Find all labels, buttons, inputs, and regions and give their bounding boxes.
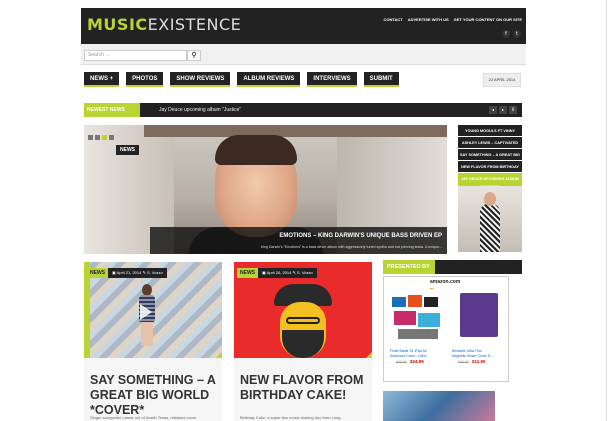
next-arrow-icon[interactable]: ▸ — [499, 106, 507, 114]
current-date: 22 APRIL 2014 — [483, 73, 521, 87]
post-meta-info: ▣ April 20, 2014 ✎ S. Vozzo — [258, 268, 317, 278]
site-container: MUSICEXISTENCE CONTACT ADVERTISE WITH US… — [81, 8, 526, 421]
ad-product-caption[interactable]: Bestable Ultra Thin — [452, 349, 482, 353]
amazon-ad[interactable]: amazon.com ‿ Finite Blade S1 iPad Air Ke… — [383, 276, 509, 382]
slider-photo-hair — [215, 135, 297, 165]
link-contact[interactable]: CONTACT — [383, 17, 402, 22]
ad-price: $24.99 — [410, 359, 424, 364]
ad-old-price: $39.99 — [458, 360, 469, 364]
ad-price: $11.90 — [472, 359, 486, 364]
link-get-content[interactable]: GET YOUR CONTENT ON OUR SITE — [454, 17, 522, 22]
post-title[interactable]: SAY SOMETHING – A GREAT BIG WORLD *COVER… — [90, 373, 218, 418]
tablet-cover — [460, 293, 498, 337]
prev-arrow-icon[interactable]: ◂ — [489, 106, 497, 114]
site-header: MUSICEXISTENCE CONTACT ADVERTISE WITH US… — [81, 8, 526, 44]
sidebar-item[interactable]: SAY SOMETHING – A GREAT BIG — [458, 149, 522, 161]
second-ad-image[interactable] — [383, 391, 495, 421]
slider-caption-title[interactable]: EMOTIONS – KING DARWIN'S UNIQUE BASS DRI… — [279, 233, 442, 239]
slider-pagination — [88, 135, 114, 140]
tablet-case — [408, 295, 422, 307]
slider-dot-active[interactable] — [102, 135, 107, 140]
post-meta-info: ▣ April 21, 2014 ✎ S. Vozzo — [108, 268, 167, 278]
slider-caption-text: King Darwin's "Emotions" is a bass drive… — [260, 245, 442, 249]
post-image[interactable]: NEWS ▣ April 21, 2014 ✎ S. Vozzo — [84, 262, 222, 358]
post-meta: NEWS ▣ April 21, 2014 ✎ S. Vozzo — [87, 268, 167, 278]
nav-interviews[interactable]: INTERVIEWS — [307, 72, 357, 87]
slider-caption: EMOTIONS – KING DARWIN'S UNIQUE BASS DRI… — [150, 227, 447, 254]
play-icon[interactable] — [140, 304, 152, 320]
pause-icon[interactable]: Ⅱ — [509, 106, 517, 114]
post-date: April 21, 2014 — [116, 270, 142, 275]
page-edge — [606, 0, 607, 421]
slider-dot[interactable] — [95, 135, 100, 140]
ad-product-image[interactable] — [392, 291, 446, 343]
post-photo-glasses — [286, 317, 320, 324]
ad-product-caption[interactable]: Keyboard Cover - Ultra... — [390, 354, 429, 358]
post-author[interactable]: S. Vozzo — [297, 270, 313, 275]
nav-photos[interactable]: PHOTOS — [126, 72, 164, 87]
logo-bold-text: MUSIC — [87, 15, 148, 34]
twitter-icon[interactable]: t — [513, 30, 521, 38]
post-title[interactable]: NEW FLAVOR FROM BIRTHDAY CAKE! — [240, 373, 368, 403]
ad-product-caption[interactable]: Finite Blade S1 iPad Air — [390, 349, 427, 353]
ticker-label: NEWEST NEWS — [84, 103, 140, 117]
search-input[interactable]: Search ... — [84, 50, 187, 61]
presented-by-header: PRESENTED BY — [383, 260, 522, 274]
page: MUSICEXISTENCE CONTACT ADVERTISE WITH US… — [0, 0, 612, 421]
nav-show-reviews[interactable]: SHOW REVIEWS — [170, 72, 231, 87]
slider-thumbnail-list: YOUNG MOGULS FT VINNY ASHLEY LEWIS – CAP… — [458, 125, 522, 193]
sidebar-photo-head — [484, 192, 496, 206]
tablet-case — [394, 311, 416, 325]
post-image[interactable]: NEWS ▣ April 20, 2014 ✎ S. Vozzo — [234, 262, 372, 358]
social-links: f t — [502, 30, 521, 38]
nav-submit[interactable]: SUBMIT — [363, 72, 399, 87]
amazon-logo: amazon.com ‿ — [430, 279, 461, 289]
post-accent-corner — [216, 352, 222, 358]
sidebar-photo[interactable] — [458, 186, 522, 252]
post-card: NEWS ▣ April 21, 2014 ✎ S. Vozzo SAY SOM… — [84, 262, 222, 421]
slider-dot[interactable] — [88, 135, 93, 140]
tablet-case — [392, 297, 406, 307]
site-logo[interactable]: MUSICEXISTENCE — [87, 16, 241, 34]
tablet-case — [424, 297, 438, 307]
post-photo-legs — [141, 322, 153, 346]
ad-product-image[interactable] — [454, 291, 504, 343]
post-card: NEWS ▣ April 20, 2014 ✎ S. Vozzo NEW FLA… — [234, 262, 372, 421]
keyboard — [398, 329, 438, 339]
featured-slider[interactable]: NEWS EMOTIONS – KING DARWIN'S UNIQUE BAS… — [84, 125, 447, 254]
post-category-tag[interactable]: NEWS — [237, 268, 258, 278]
post-category-tag[interactable]: NEWS — [87, 268, 108, 278]
logo-thin-text: EXISTENCE — [147, 15, 242, 34]
sidebar-item[interactable]: ASHLEY LEWIS – CAPTIVATED — [458, 137, 522, 149]
sidebar-item[interactable]: YOUNG MOGULS FT VINNY — [458, 125, 522, 137]
link-advertise[interactable]: ADVERTISE WITH US — [408, 17, 449, 22]
ticker-controls: ◂ ▸ Ⅱ — [489, 106, 517, 114]
nav-album-reviews[interactable]: ALBUM REVIEWS — [237, 72, 301, 87]
post-date: April 20, 2014 — [266, 270, 292, 275]
amazon-smile-icon: ‿ — [430, 284, 434, 289]
ad-old-price: $49.99 — [396, 360, 407, 364]
tablet-case — [418, 313, 440, 327]
ad-product-caption[interactable]: Magnetic Smart Cover S... — [452, 354, 493, 358]
top-links: CONTACT ADVERTISE WITH US GET YOUR CONTE… — [383, 17, 522, 22]
post-meta: NEWS ▣ April 20, 2014 ✎ S. Vozzo — [237, 268, 317, 278]
search-icon[interactable]: ⚲ — [187, 50, 201, 61]
presented-by-label: PRESENTED BY — [383, 260, 435, 274]
amazon-logo-suffix: .com — [448, 279, 461, 285]
post-author[interactable]: S. Vozzo — [147, 270, 163, 275]
sidebar-item[interactable]: NEW FLAVOR FROM BIRTHDAY — [458, 161, 522, 173]
nav-news[interactable]: NEWS + — [84, 72, 120, 87]
facebook-icon[interactable]: f — [502, 30, 510, 38]
slider-dot[interactable] — [109, 135, 114, 140]
sidebar-photo-body — [480, 204, 500, 252]
newest-news-ticker: NEWEST NEWS Jay Deuce upcoming album "Ju… — [84, 103, 522, 117]
search-bar: Search ... ⚲ — [81, 44, 526, 65]
post-excerpt: Singer-songwriter Lamar ool of Austin Te… — [90, 415, 197, 420]
post-accent-corner — [366, 352, 372, 358]
slider-tag: NEWS — [116, 145, 139, 155]
post-excerpt: Birthday Cake, a super two music making … — [240, 415, 341, 420]
main-nav: NEWS + PHOTOS SHOW REVIEWS ALBUM REVIEWS… — [84, 72, 399, 87]
ticker-headline[interactable]: Jay Deuce upcoming album "Justice" — [159, 103, 241, 117]
slider-bg-top — [144, 125, 447, 137]
